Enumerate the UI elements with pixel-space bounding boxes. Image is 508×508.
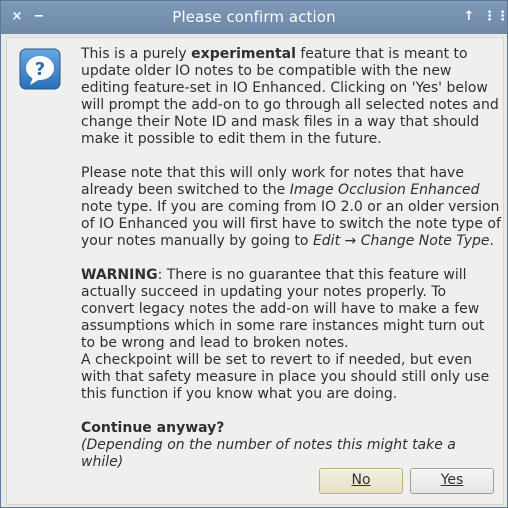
keep-above-icon[interactable]: ↑ — [461, 9, 477, 25]
message-paragraph-1: This is a purely experimental feature th… — [81, 46, 499, 147]
message-paragraph-2: Please note that this will only work for… — [81, 165, 501, 249]
warning-paragraph: WARNING: There is no guarantee that this… — [81, 267, 485, 351]
continue-question: Continue anyway? (Depending on the numbe… — [81, 420, 456, 470]
message-text: This is a purely experimental feature th… — [81, 46, 501, 471]
checkpoint-paragraph: A checkpoint will be set to revert to if… — [81, 352, 490, 402]
no-button[interactable]: No — [319, 468, 403, 494]
dialog-content: ? This is a purely experimental feature … — [6, 37, 504, 505]
window-menu-icon[interactable]: ⋮⋮ — [483, 9, 508, 25]
svg-text:?: ? — [35, 59, 45, 80]
question-icon: ? — [19, 48, 61, 90]
window-title: Please confirm action — [172, 8, 336, 26]
yes-button[interactable]: Yes — [410, 468, 494, 494]
titlebar: × − Please confirm action ↑ ⋮⋮ — [1, 1, 508, 34]
confirm-dialog-window: × − Please confirm action ↑ ⋮⋮ ? This is… — [0, 0, 508, 508]
